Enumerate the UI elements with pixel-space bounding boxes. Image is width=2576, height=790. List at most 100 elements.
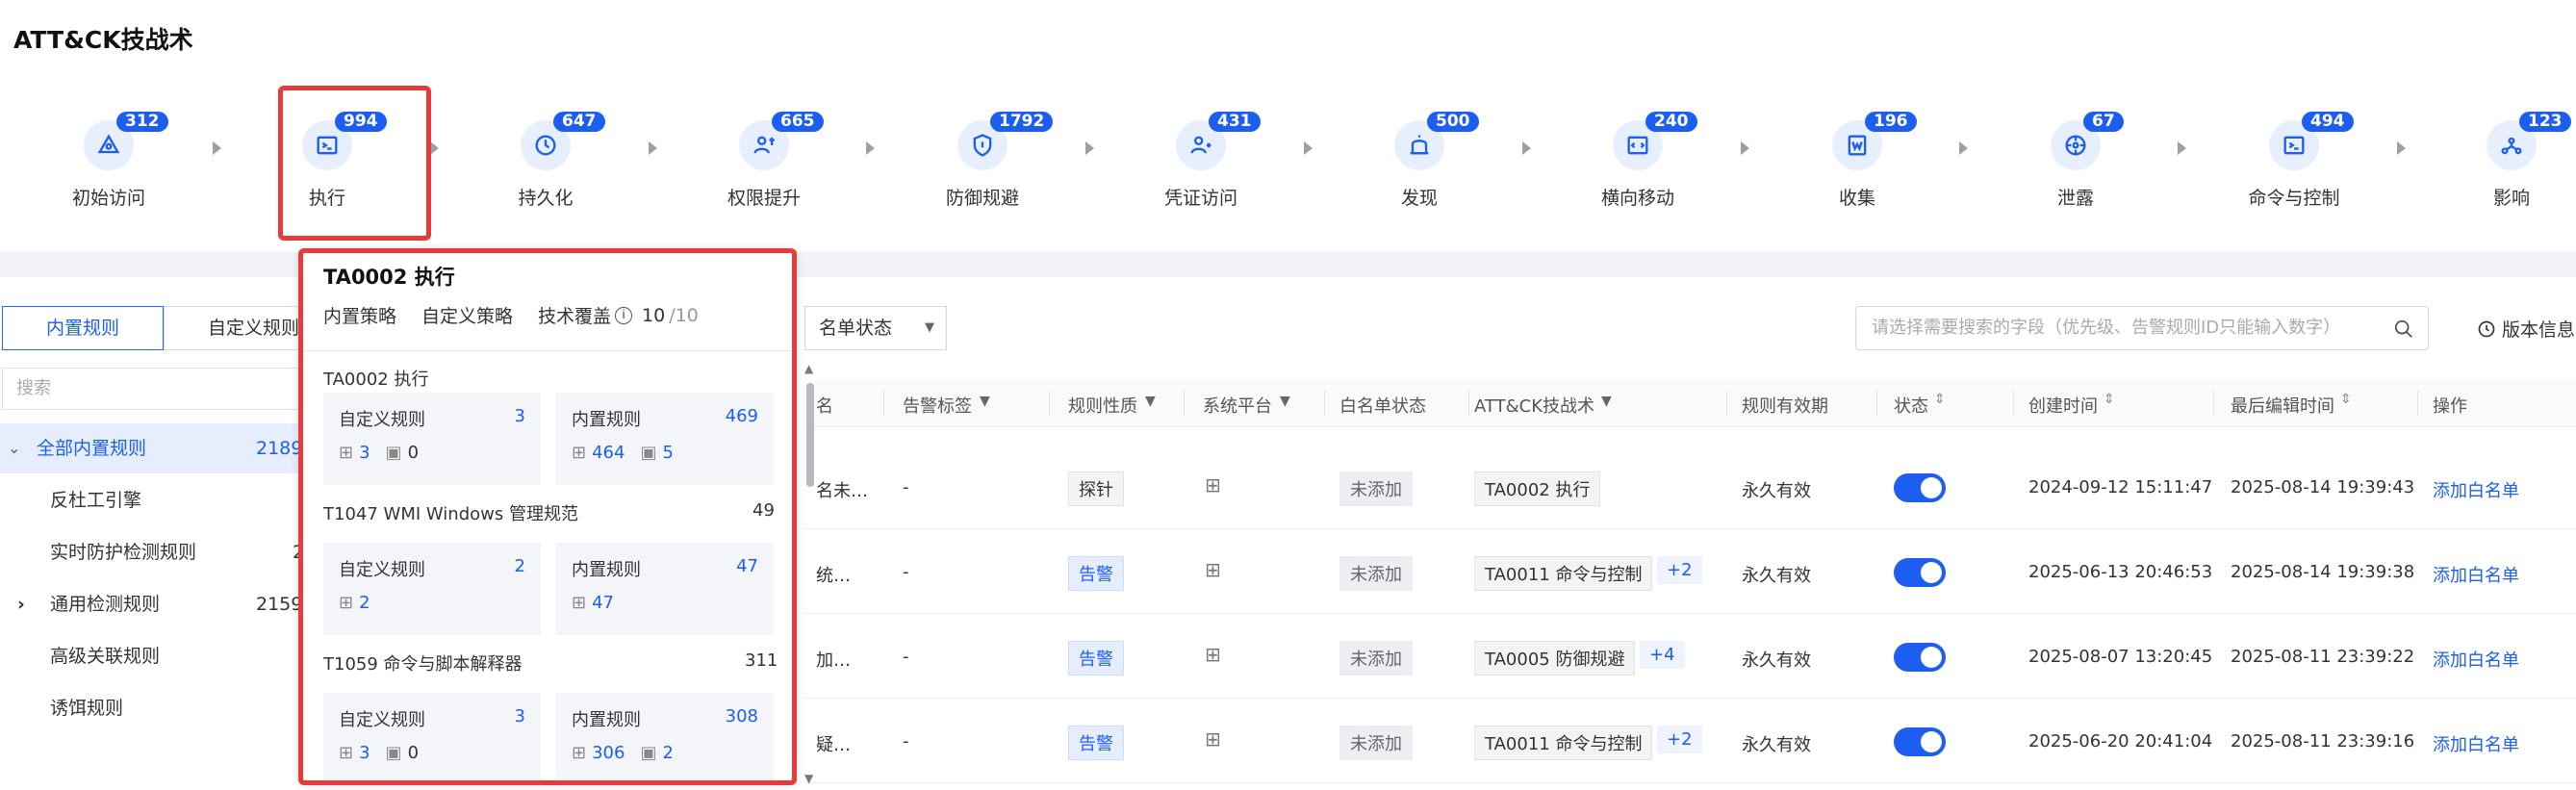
rule-type-tabs: 内置规则 自定义规则 bbox=[2, 306, 344, 350]
chevron-right-icon bbox=[2397, 141, 2406, 155]
tactic-label: 防御规避 bbox=[945, 188, 1019, 209]
whitelist-status-filter[interactable]: 名单状态 ▼ bbox=[804, 306, 947, 350]
column-divider bbox=[1876, 391, 1877, 416]
column-divider bbox=[883, 391, 884, 416]
table-row: 名未… - 探针 ⊞ 未添加 TA0002 执行 永久有效 2024-09-12… bbox=[804, 446, 2576, 529]
count-badge: 312 bbox=[116, 112, 168, 132]
whitelist-status: 未添加 bbox=[1339, 726, 1413, 760]
rule-name: 名未… bbox=[816, 481, 868, 501]
count-badge: 123 bbox=[2519, 112, 2571, 132]
search-icon[interactable] bbox=[2393, 319, 2414, 340]
tactic-collection[interactable]: 196 收集 bbox=[1771, 96, 1944, 210]
tree-item-general[interactable]: › 通用检测规则 2159 bbox=[0, 579, 308, 629]
tree-item-realtime[interactable]: 实时防护检测规则 2 bbox=[0, 527, 308, 577]
col-validity: 规则有效期 bbox=[1742, 396, 1828, 417]
tree-item-advanced[interactable]: 高级关联规则 bbox=[0, 631, 308, 681]
filter-icon[interactable]: ▼ bbox=[980, 394, 990, 409]
chevron-right-icon bbox=[1741, 141, 1749, 155]
chevron-right-icon bbox=[213, 141, 221, 155]
tactic-lateral-movement[interactable]: 240 横向移动 bbox=[1551, 96, 1724, 210]
caret-down-icon: ▼ bbox=[925, 320, 934, 335]
tactic-label: 初始访问 bbox=[71, 188, 145, 209]
add-whitelist-link[interactable]: 添加白名单 bbox=[2433, 477, 2519, 502]
tactic-defense-evasion[interactable]: 1792 防御规避 bbox=[896, 96, 1069, 210]
page-title: ATT&CK技战术 bbox=[13, 26, 193, 54]
chevron-right-icon bbox=[1959, 141, 1968, 155]
clock-icon bbox=[2478, 320, 2495, 337]
windows-icon: ⊞ bbox=[1205, 727, 1221, 751]
created-time: 2025-06-20 20:41:04 bbox=[2028, 731, 2213, 752]
tree-item-label: 高级关联规则 bbox=[50, 646, 161, 667]
tree-item-all-builtin[interactable]: ⌄ 全部内置规则 2189 bbox=[0, 423, 308, 473]
global-search-input[interactable]: 请选择需要搜索的字段（优先级、告警规则ID只能输入数字） bbox=[1855, 306, 2429, 350]
filter-icon[interactable]: ▼ bbox=[1280, 394, 1290, 409]
tree-item-decoy[interactable]: 诱饵规则 bbox=[0, 683, 308, 733]
scroll-down-icon[interactable]: ▼ bbox=[804, 772, 813, 785]
tree-item-count: 2159 bbox=[256, 594, 303, 615]
created-time: 2025-06-13 20:46:53 bbox=[2028, 562, 2213, 582]
more-tactics-badge[interactable]: +2 bbox=[1657, 556, 1702, 584]
alert-tag: - bbox=[903, 562, 909, 582]
chevron-right-icon bbox=[430, 141, 439, 155]
chevron-right-icon bbox=[1304, 141, 1313, 155]
windows-icon: ⊞ bbox=[1205, 473, 1221, 497]
tactic-label: 持久化 bbox=[518, 188, 574, 209]
tactic-command-control[interactable]: 494 命令与控制 bbox=[2207, 96, 2381, 210]
status-toggle[interactable] bbox=[1894, 643, 1946, 672]
validity: 永久有效 bbox=[1742, 566, 1811, 586]
more-tactics-badge[interactable]: +2 bbox=[1657, 726, 1702, 753]
status-toggle[interactable] bbox=[1894, 727, 1946, 756]
tab-builtin-rules[interactable]: 内置规则 bbox=[2, 306, 165, 350]
tactic-discovery[interactable]: 500 发现 bbox=[1333, 96, 1506, 210]
more-tactics-badge[interactable]: +4 bbox=[1640, 641, 1685, 669]
windows-icon: ⊞ bbox=[1205, 643, 1221, 666]
count-badge: 500 bbox=[1427, 112, 1479, 132]
add-whitelist-link[interactable]: 添加白名单 bbox=[2433, 731, 2519, 756]
chevron-down-icon: ⌄ bbox=[8, 439, 21, 457]
scroll-up-icon[interactable]: ▲ bbox=[804, 362, 813, 375]
tactic-impact[interactable]: 123 影响 bbox=[2425, 96, 2576, 210]
edited-time: 2025-08-11 23:39:22 bbox=[2231, 647, 2415, 667]
column-divider bbox=[1726, 391, 1727, 416]
tactic-label: 横向移动 bbox=[1600, 188, 1674, 209]
col-edited: 最后编辑时间 bbox=[2231, 396, 2334, 417]
rule-name: 加… bbox=[816, 650, 851, 671]
tree-search-input[interactable]: 搜索 bbox=[2, 368, 310, 410]
add-whitelist-link[interactable]: 添加白名单 bbox=[2433, 647, 2519, 672]
rule-nature-tag: 告警 bbox=[1068, 641, 1124, 675]
count-badge: 1792 bbox=[990, 112, 1054, 132]
tactic-persistence[interactable]: 647 持久化 bbox=[459, 96, 632, 210]
sort-icon[interactable]: ⇕ bbox=[1934, 392, 1946, 407]
tree-item-label: 全部内置规则 bbox=[37, 438, 147, 459]
filter-icon[interactable]: ▼ bbox=[1601, 394, 1612, 409]
rule-nature-tag: 告警 bbox=[1068, 726, 1124, 760]
status-toggle[interactable] bbox=[1894, 473, 1946, 502]
tactic-initial-access[interactable]: 312 初始访问 bbox=[22, 96, 195, 210]
sort-icon[interactable]: ⇕ bbox=[2340, 392, 2352, 407]
alert-tag: - bbox=[903, 647, 909, 667]
add-whitelist-link[interactable]: 添加白名单 bbox=[2433, 562, 2519, 587]
rule-name: 疑… bbox=[816, 735, 851, 755]
sort-icon[interactable]: ⇕ bbox=[2104, 392, 2115, 407]
selected-tactic-highlight bbox=[278, 86, 431, 241]
attack-tactic-tag: TA0011 命令与控制 bbox=[1474, 726, 1653, 760]
col-attack: ATT&CK技战术 bbox=[1474, 396, 1594, 417]
whitelist-status: 未添加 bbox=[1339, 556, 1413, 591]
created-time: 2024-09-12 15:11:47 bbox=[2028, 477, 2213, 497]
tactic-credential-access[interactable]: 431 凭证访问 bbox=[1114, 96, 1288, 210]
tree-item-engine[interactable]: 反杜工引擎 bbox=[0, 475, 308, 525]
tactic-exfiltration[interactable]: 67 泄露 bbox=[1989, 96, 2162, 210]
col-alert-tag: 告警标签 bbox=[903, 396, 972, 417]
version-info-button[interactable]: 版本信息 bbox=[2477, 316, 2575, 342]
search-placeholder: 请选择需要搜索的字段（优先级、告警规则ID只能输入数字） bbox=[1872, 318, 2341, 338]
tactic-privilege-escalation[interactable]: 665 权限提升 bbox=[677, 96, 851, 210]
popover-scrollbar[interactable] bbox=[806, 383, 814, 487]
filter-icon[interactable]: ▼ bbox=[1145, 394, 1156, 409]
count-badge: 665 bbox=[772, 112, 824, 132]
column-divider bbox=[1184, 391, 1185, 416]
validity: 永久有效 bbox=[1742, 481, 1811, 501]
status-toggle[interactable] bbox=[1894, 558, 1946, 587]
windows-icon: ⊞ bbox=[1205, 558, 1221, 581]
tree-item-label: 诱饵规则 bbox=[50, 698, 124, 719]
column-divider bbox=[2417, 391, 2418, 416]
